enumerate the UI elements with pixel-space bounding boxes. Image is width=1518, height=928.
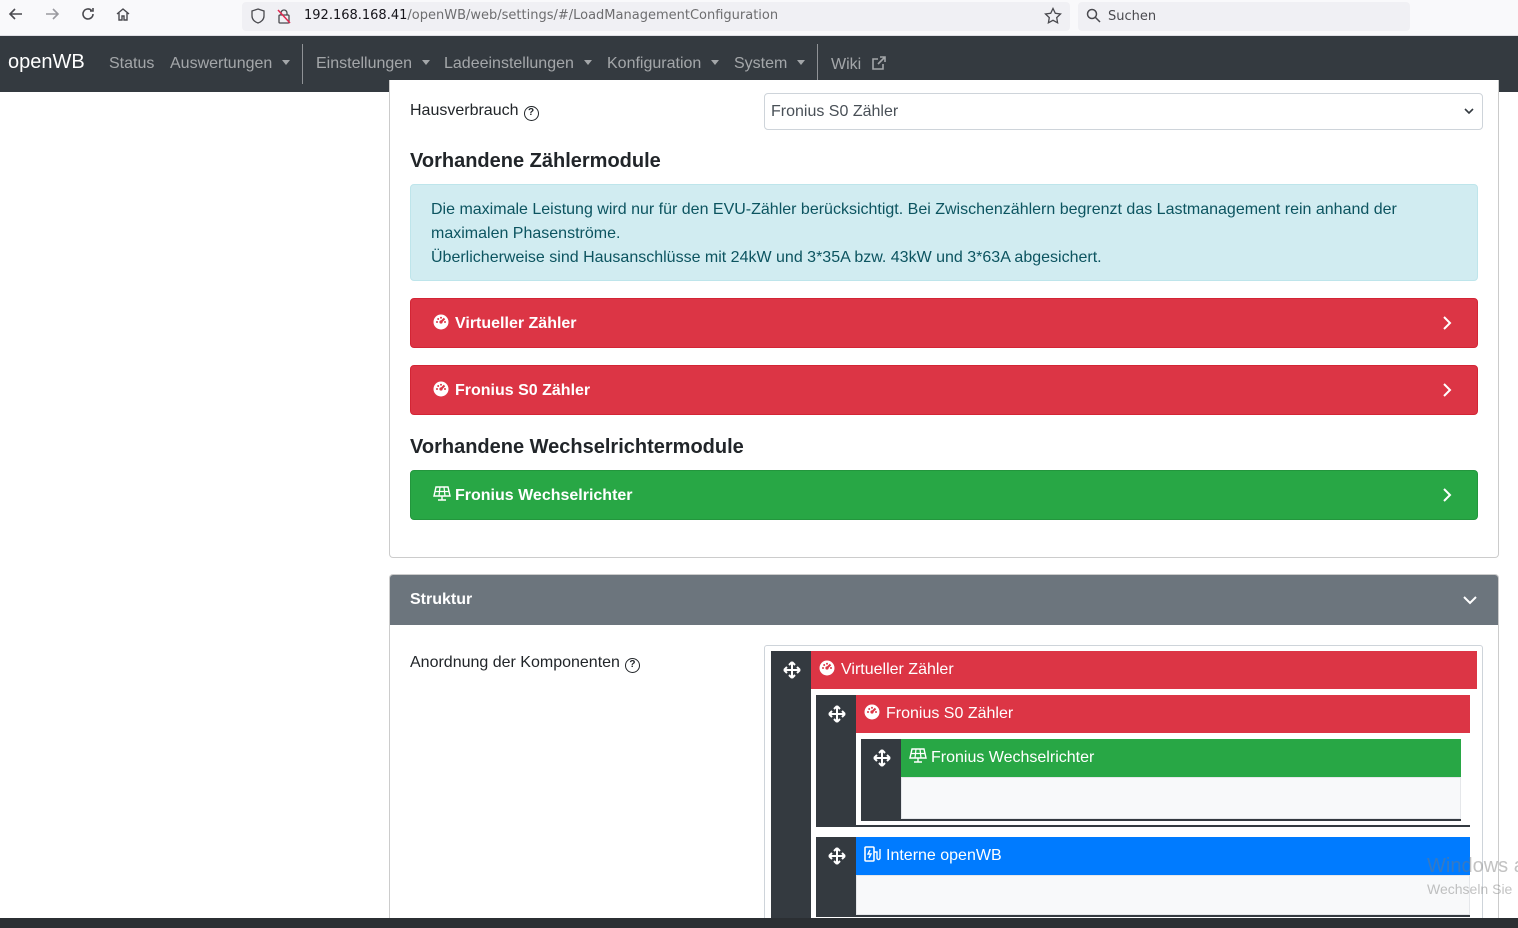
caret-down-icon: [422, 60, 431, 65]
tree-node-header: Fronius Wechselrichter: [901, 739, 1461, 777]
meter-modules-heading: Vorhandene Zählermodule: [410, 150, 661, 172]
module-virtueller-zaehler-button[interactable]: Virtueller Zähler: [410, 298, 1478, 348]
home-icon[interactable]: [111, 6, 135, 26]
brand-logo[interactable]: openWB: [8, 51, 85, 74]
question-circle-icon[interactable]: ?: [624, 658, 640, 673]
inverter-modules-heading: Vorhandene Wechselrichtermodule: [410, 436, 744, 458]
nav-system[interactable]: System: [734, 55, 806, 73]
chevron-right-icon: [1441, 315, 1453, 336]
search-placeholder: Suchen: [1108, 9, 1157, 24]
external-link-icon: [871, 55, 887, 76]
nav-auswertungen[interactable]: Auswertungen: [170, 55, 291, 73]
tree-node-children: Fronius Wechselrichter: [856, 733, 1470, 825]
tree-node-children: Fronius S0 Zähler Fronius Wechselrichter…: [811, 689, 1477, 928]
charging-station-icon: [864, 846, 881, 862]
drag-handle[interactable]: [816, 837, 856, 877]
nav-status[interactable]: Status: [109, 55, 154, 73]
nav-einstellungen[interactable]: Einstellungen: [316, 55, 431, 73]
tree-node-fronius-inverter[interactable]: Fronius Wechselrichter: [861, 739, 1461, 821]
reload-icon[interactable]: [76, 6, 100, 26]
arrangement-label: Anordnung der Komponenten?: [410, 654, 640, 673]
nav-konfiguration[interactable]: Konfiguration: [607, 55, 720, 73]
tree-node-header: Fronius S0 Zähler: [856, 695, 1470, 733]
shield-icon[interactable]: [250, 8, 266, 29]
chevron-down-icon: [1462, 592, 1478, 613]
back-arrow-icon[interactable]: [4, 6, 28, 26]
module-fronius-s0-button[interactable]: Fronius S0 Zähler: [410, 365, 1478, 415]
drag-handle[interactable]: [861, 739, 901, 779]
insecure-lock-icon[interactable]: [276, 8, 292, 29]
caret-down-icon: [282, 60, 291, 65]
caret-down-icon: [711, 60, 720, 65]
chevron-down-icon: [1463, 104, 1475, 122]
bookmark-star-icon[interactable]: [1044, 6, 1062, 30]
chevron-right-icon: [1441, 487, 1453, 508]
search-bar[interactable]: Suchen: [1078, 2, 1410, 31]
address-bar[interactable]: 192.168.168.41/openWB/web/settings/#/Loa…: [242, 2, 1070, 31]
taskbar: [0, 918, 1518, 928]
house-consumption-select[interactable]: Fronius S0 Zähler: [764, 93, 1483, 130]
caret-down-icon: [583, 60, 592, 65]
tree-node-children: [901, 777, 1461, 819]
url-text: 192.168.168.41/openWB/web/settings/#/Loa…: [304, 8, 779, 23]
search-icon: [1086, 8, 1101, 28]
nav-ladeeinstellungen[interactable]: Ladeeinstellungen: [444, 55, 592, 73]
browser-toolbar: 192.168.168.41/openWB/web/settings/#/Loa…: [0, 0, 1518, 36]
nav-divider: [302, 44, 303, 84]
gauge-icon: [864, 704, 880, 720]
windows-activation-watermark: Windows a: [1427, 855, 1518, 877]
question-circle-icon[interactable]: ?: [523, 106, 539, 121]
chevron-right-icon: [1441, 382, 1453, 403]
forward-arrow-icon[interactable]: [40, 6, 64, 26]
nav-wiki[interactable]: Wiki: [831, 55, 887, 76]
tree-node-header: Interne openWB: [856, 837, 1470, 875]
tree-node-children: [856, 875, 1470, 915]
windows-activation-watermark-sub: Wechseln Sie: [1427, 881, 1513, 897]
tree-node-fronius-meter[interactable]: Fronius S0 Zähler Fronius Wechselrichter: [816, 695, 1470, 827]
nav-divider: [817, 44, 818, 84]
drag-handle[interactable]: [816, 695, 856, 735]
gauge-icon: [433, 381, 449, 397]
house-consumption-label: Hausverbrauch?: [410, 102, 539, 121]
gauge-icon: [433, 314, 449, 330]
component-tree: Virtueller Zähler Fronius S0 Zähler Fron…: [764, 645, 1483, 928]
info-alert: Die maximale Leistung wird nur für den E…: [410, 184, 1478, 281]
solar-panel-icon: [909, 748, 927, 764]
gauge-icon: [819, 660, 835, 676]
tree-node-internal-openwb[interactable]: Interne openWB: [816, 837, 1470, 917]
drag-handle[interactable]: [771, 651, 811, 691]
module-fronius-wechselrichter-button[interactable]: Fronius Wechselrichter: [410, 470, 1478, 520]
solar-panel-icon: [433, 486, 451, 502]
tree-node-virtual-meter[interactable]: Virtueller Zähler Fronius S0 Zähler Fron…: [771, 651, 1477, 928]
caret-down-icon: [797, 60, 806, 65]
structure-card-header[interactable]: Struktur: [390, 575, 1498, 625]
tree-node-header: Virtueller Zähler: [811, 651, 1477, 689]
